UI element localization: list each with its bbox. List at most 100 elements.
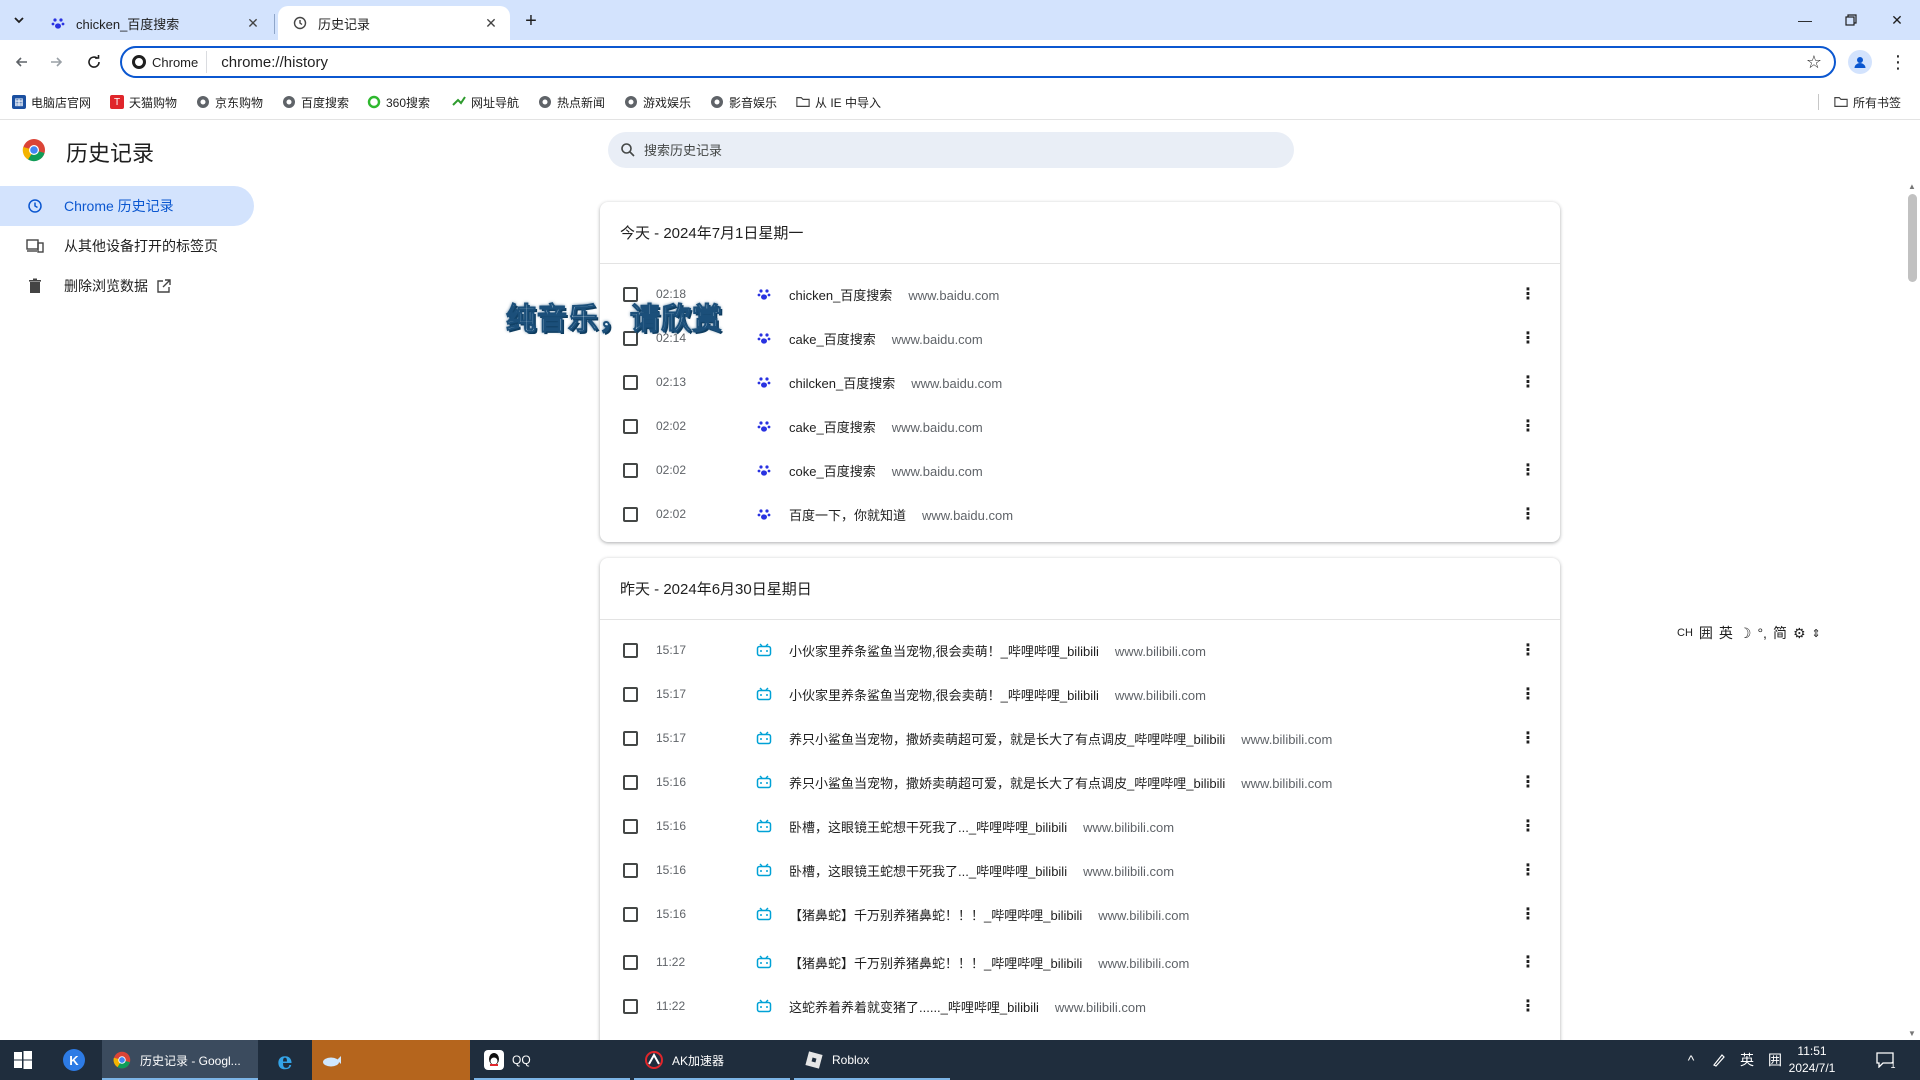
address-bar[interactable]: Chrome chrome://history ☆ [120,46,1836,78]
row-checkbox[interactable] [623,374,638,390]
window-close-icon[interactable]: ✕ [1874,0,1920,40]
page-title-text[interactable]: 养只小鲨鱼当宠物，撒娇卖萌超可爱，就是长大了有点调皮_哔哩哔哩_bilibili [789,773,1225,792]
sidebar-item-clear-data[interactable]: 删除浏览数据 [0,266,172,306]
tab-history[interactable]: 历史记录 ✕ [278,6,510,40]
history-row[interactable]: 02:14 cake_百度搜索 www.baidu.com ⋮ [600,316,1560,360]
k-app-icon[interactable]: K [50,1040,98,1080]
history-entry-link[interactable]: 卧槽，这眼镜王蛇想干死我了..._哔哩哔哩_bilibili www.bilibi… [789,861,1174,880]
bookmark-item[interactable]: 网址导航 [452,92,519,112]
row-more-actions-icon[interactable]: ⋮ [1518,282,1538,306]
bookmark-item[interactable]: 热点新闻 [538,92,605,112]
close-icon[interactable]: ✕ [482,14,500,32]
history-entry-link[interactable]: chicken_百度搜索 www.baidu.com [789,285,999,304]
row-checkbox[interactable] [623,954,638,970]
ie-icon[interactable]: e [262,1040,308,1080]
bookmark-item[interactable]: 从 IE 中导入 [796,92,881,112]
taskbar-clock[interactable]: 11:51 2024/7/1 [1780,1043,1844,1077]
ime-item[interactable]: ⇕ [1812,627,1821,640]
ime-item[interactable]: CH [1677,627,1693,639]
taskbar-app-qq[interactable]: QQ [474,1040,630,1080]
row-checkbox[interactable] [623,418,638,434]
more-menu-icon[interactable]: ⋮ [1886,50,1910,74]
ime-item[interactable]: 囲 [1699,623,1713,643]
history-row[interactable]: 02:18 chicken_百度搜索 www.baidu.com ⋮ [600,272,1560,316]
history-entry-link[interactable]: coke_百度搜索 www.baidu.com [789,461,983,480]
history-entry-link[interactable]: 小伙家里养条鲨鱼当宠物,很会卖萌！_哔哩哔哩_bilibili www.bilib… [789,641,1206,660]
page-title-text[interactable]: 【猪鼻蛇】千万别养猪鼻蛇！！！_哔哩哔哩_bilibili [789,953,1082,972]
tray-chevron-up-icon[interactable]: ^ [1678,1040,1704,1080]
ime-item[interactable]: 简 [1773,623,1787,643]
bookmark-item[interactable]: 百度搜索 [282,92,349,112]
all-bookmarks-button[interactable]: 所有书签 [1834,92,1901,112]
history-entry-link[interactable]: 养只小鲨鱼当宠物，撒娇卖萌超可爱，就是长大了有点调皮_哔哩哔哩_bilibili… [789,773,1332,792]
page-title-text[interactable]: coke_百度搜索 [789,461,876,480]
page-title-text[interactable]: 养只小鲨鱼当宠物，撒娇卖萌超可爱，就是长大了有点调皮_哔哩哔哩_bilibili [789,729,1225,748]
history-entry-link[interactable]: 养只小鲨鱼当宠物，撒娇卖萌超可爱，就是长大了有点调皮_哔哩哔哩_bilibili… [789,729,1332,748]
history-row[interactable]: 15:16 【猪鼻蛇】千万别养猪鼻蛇！！！_哔哩哔哩_bilibili www.bi… [600,892,1560,936]
row-checkbox[interactable] [623,818,638,834]
history-row[interactable]: 15:16 卧槽，这眼镜王蛇想干死我了..._哔哩哔哩_bilibili www.b… [600,848,1560,892]
history-row[interactable]: 15:17 养只小鲨鱼当宠物，撒娇卖萌超可爱，就是长大了有点调皮_哔哩哔哩_bil… [600,716,1560,760]
bookmark-item[interactable]: 游戏娱乐 [624,92,691,112]
url-text[interactable]: chrome://history [221,54,328,71]
history-entry-link[interactable]: chilcken_百度搜索 www.baidu.com [789,373,1002,392]
page-title-text[interactable]: 卧槽，这眼镜王蛇想干死我了..._哔哩哔哩_bilibili [789,817,1067,836]
page-title-text[interactable]: 小伙家里养条鲨鱼当宠物,很会卖萌！_哔哩哔哩_bilibili [789,641,1099,660]
tab-search-chevron-icon[interactable] [6,8,32,32]
ime-item[interactable]: ☽ [1739,625,1752,642]
page-title-text[interactable]: 【猪鼻蛇】千万别养猪鼻蛇！！！_哔哩哔哩_bilibili [789,905,1082,924]
history-entry-link[interactable]: cake_百度搜索 www.baidu.com [789,329,983,348]
bookmark-item[interactable]: 360搜索 [367,92,430,112]
page-title-text[interactable]: 百度一下，你就知道 [789,505,906,524]
minimize-icon[interactable]: — [1782,0,1828,40]
notification-center-icon[interactable]: 1 [1866,1040,1906,1080]
row-checkbox[interactable] [623,998,638,1014]
page-title-text[interactable]: 这蛇养着养着就变猪了......_哔哩哔哩_bilibili [789,997,1039,1016]
taskbar-app-whale[interactable] [312,1040,470,1080]
scroll-thumb[interactable] [1908,194,1917,282]
scroll-up-arrow-icon[interactable]: ▲ [1908,182,1916,191]
history-row[interactable]: 02:13 chilcken_百度搜索 www.baidu.com ⋮ [600,360,1560,404]
row-more-actions-icon[interactable]: ⋮ [1518,726,1538,750]
history-row[interactable]: 11:22 这蛇养着养着就变猪了......_哔哩哔哩_bilibili www.b… [600,984,1560,1028]
windows-start-icon[interactable] [0,1040,46,1080]
history-entry-link[interactable]: cake_百度搜索 www.baidu.com [789,417,983,436]
ime-item[interactable]: 英 [1719,623,1733,643]
row-checkbox[interactable] [623,774,638,790]
site-chip[interactable]: Chrome [130,51,208,73]
sidebar-item-other-devices[interactable]: 从其他设备打开的标签页 [0,226,218,266]
page-scrollbar[interactable]: ▲ ▼ [1904,180,1920,1040]
row-more-actions-icon[interactable]: ⋮ [1518,326,1538,350]
page-title-text[interactable]: chicken_百度搜索 [789,285,892,304]
reload-icon[interactable] [80,48,108,76]
bookmark-item[interactable]: T 天猫购物 [110,92,177,112]
tray-pen-icon[interactable] [1706,1040,1732,1080]
row-checkbox[interactable] [623,642,638,658]
tray-ime-lang[interactable]: 英 [1734,1040,1760,1080]
history-row[interactable]: 15:17 小伙家里养条鲨鱼当宠物,很会卖萌！_哔哩哔哩_bilibili www.… [600,672,1560,716]
history-entry-link[interactable]: 这蛇养着养着就变猪了......_哔哩哔哩_bilibili www.bilibi… [789,997,1146,1016]
row-more-actions-icon[interactable]: ⋮ [1518,950,1538,974]
row-more-actions-icon[interactable]: ⋮ [1518,770,1538,794]
history-row[interactable]: 15:16 卧槽，这眼镜王蛇想干死我了..._哔哩哔哩_bilibili www.b… [600,804,1560,848]
row-more-actions-icon[interactable]: ⋮ [1518,638,1538,662]
row-more-actions-icon[interactable]: ⋮ [1518,370,1538,394]
history-row[interactable]: 15:16 养只小鲨鱼当宠物，撒娇卖萌超可爱，就是长大了有点调皮_哔哩哔哩_bil… [600,760,1560,804]
page-title-text[interactable]: 卧槽，这眼镜王蛇想干死我了..._哔哩哔哩_bilibili [789,861,1067,880]
row-more-actions-icon[interactable]: ⋮ [1518,902,1538,926]
restore-icon[interactable] [1828,0,1874,40]
page-title-text[interactable]: 小伙家里养条鲨鱼当宠物,很会卖萌！_哔哩哔哩_bilibili [789,685,1099,704]
close-icon[interactable]: ✕ [244,14,262,32]
history-entry-link[interactable]: 【猪鼻蛇】千万别养猪鼻蛇！！！_哔哩哔哩_bilibili www.bilibil… [789,905,1189,924]
history-search-field[interactable] [608,132,1294,168]
page-title-text[interactable]: cake_百度搜索 [789,417,876,436]
row-more-actions-icon[interactable]: ⋮ [1518,502,1538,526]
row-checkbox[interactable] [623,862,638,878]
page-title-text[interactable]: cake_百度搜索 [789,329,876,348]
row-more-actions-icon[interactable]: ⋮ [1518,994,1538,1018]
history-entry-link[interactable]: 【猪鼻蛇】千万别养猪鼻蛇！！！_哔哩哔哩_bilibili www.bilibil… [789,953,1189,972]
settings-gear-icon[interactable]: ⚙ [1793,625,1806,642]
back-arrow-icon[interactable] [8,48,36,76]
new-tab-plus-icon[interactable]: + [518,8,544,34]
bookmark-item[interactable]: 影音娱乐 [710,92,777,112]
